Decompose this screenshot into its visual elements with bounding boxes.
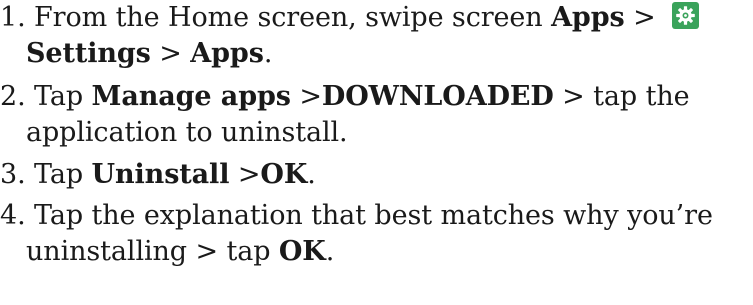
step-2-number: 2. (0, 81, 26, 112)
step-3-line-1: 3. Tap Uninstall >OK. (0, 157, 316, 193)
instructions-document: 1. From the Home screen, swipe screen Ap… (0, 0, 753, 305)
step-3-uninstall: Uninstall (91, 159, 230, 190)
step-4-end: . (325, 236, 335, 267)
step-2-manage-apps: Manage apps (91, 81, 291, 112)
step-3-sep-1: > (237, 159, 261, 190)
step-1-settings: Settings (26, 38, 151, 69)
step-3-end: . (307, 159, 316, 190)
step-4-text-line-2: uninstalling > tap (26, 236, 271, 267)
step-1-apps-2: Apps (190, 38, 264, 69)
step-1-text-a: From the Home screen, swipe screen (34, 2, 543, 33)
step-1-sep-2: > (159, 38, 182, 69)
step-1-line-2: Settings > Apps. (26, 36, 272, 72)
step-3-number: 3. (0, 159, 26, 190)
step-2-sep-1: > (299, 81, 322, 112)
step-4-number: 4. (0, 200, 26, 231)
step-1-line-1: 1. From the Home screen, swipe screen Ap… (0, 0, 700, 36)
step-4-line-1: 4. Tap the explanation that best matches… (0, 198, 713, 234)
step-1-apps: Apps (551, 2, 625, 33)
step-3-text-a: Tap (34, 159, 84, 190)
step-2-text-a: Tap (34, 81, 84, 112)
settings-gear-icon (672, 2, 700, 29)
step-4-text-line-1: Tap the explanation that best matches wh… (34, 200, 713, 231)
step-4-ok: OK (278, 236, 326, 267)
step-1-sep-1: > (633, 2, 656, 33)
step-2-line-2: application to uninstall. (26, 115, 348, 151)
step-1-end: . (263, 38, 273, 69)
step-2-downloaded: DOWNLOADED (321, 81, 554, 112)
step-2-text-line-2: application to uninstall. (26, 117, 348, 148)
step-1-number: 1. (0, 2, 26, 33)
step-3-ok: OK (260, 159, 308, 190)
step-2-line-1: 2. Tap Manage apps >DOWNLOADED > tap the (0, 79, 690, 115)
step-4-line-2: uninstalling > tap OK. (26, 234, 334, 270)
step-2-sep-2: > tap the (562, 81, 690, 112)
